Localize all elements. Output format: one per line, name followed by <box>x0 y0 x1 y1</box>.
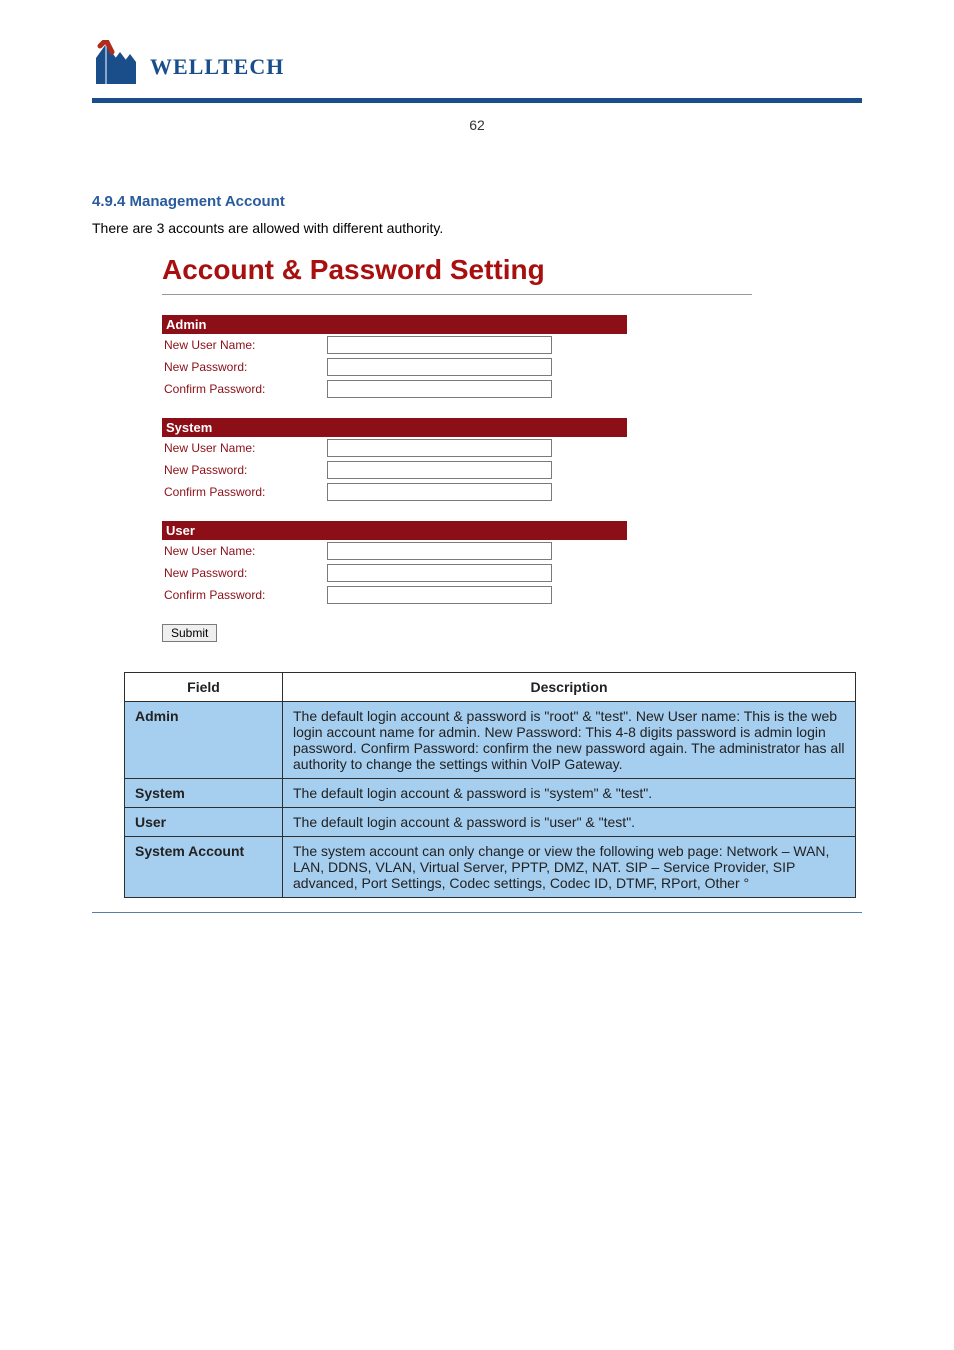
table-cell-field: Admin <box>125 702 283 779</box>
table-cell-desc: The default login account & password is … <box>283 702 856 779</box>
system-heading: System <box>162 418 627 437</box>
table-row: System The default login account & passw… <box>125 779 856 808</box>
admin-block: Admin New User Name: New Password: Confi… <box>162 315 627 400</box>
admin-password-label: New Password: <box>162 360 327 374</box>
user-row-confirm: Confirm Password: <box>162 584 627 606</box>
submit-button[interactable]: Submit <box>162 624 217 642</box>
system-block: System New User Name: New Password: Conf… <box>162 418 627 503</box>
user-confirm-input[interactable] <box>327 586 552 604</box>
title-rule <box>162 294 752 295</box>
logo-icon <box>92 40 144 84</box>
table-cell-field: System <box>125 779 283 808</box>
admin-row-username: New User Name: <box>162 334 627 356</box>
table-row: User The default login account & passwor… <box>125 808 856 837</box>
user-row-password: New Password: <box>162 562 627 584</box>
system-username-label: New User Name: <box>162 441 327 455</box>
user-username-label: New User Name: <box>162 544 327 558</box>
table-head-row: Field Description <box>125 673 856 702</box>
table-cell-desc: The default login account & password is … <box>283 779 856 808</box>
table-cell-desc: The system account can only change or vi… <box>283 837 856 898</box>
user-row-username: New User Name: <box>162 540 627 562</box>
table-cell-desc: The default login account & password is … <box>283 808 856 837</box>
system-row-confirm: Confirm Password: <box>162 481 627 503</box>
system-password-label: New Password: <box>162 463 327 477</box>
logo-text: WELLTECH <box>150 54 284 84</box>
system-confirm-input[interactable] <box>327 483 552 501</box>
admin-heading: Admin <box>162 315 627 334</box>
system-row-username: New User Name: <box>162 437 627 459</box>
admin-row-confirm: Confirm Password: <box>162 378 627 400</box>
table-row: Admin The default login account & passwo… <box>125 702 856 779</box>
user-heading: User <box>162 521 627 540</box>
description-table: Field Description Admin The default logi… <box>124 672 856 898</box>
admin-row-password: New Password: <box>162 356 627 378</box>
user-password-label: New Password: <box>162 566 327 580</box>
admin-confirm-label: Confirm Password: <box>162 382 327 396</box>
admin-confirm-input[interactable] <box>327 380 552 398</box>
table-row: System Account The system account can on… <box>125 837 856 898</box>
system-row-password: New Password: <box>162 459 627 481</box>
footer-rule <box>92 912 862 913</box>
section-intro: There are 3 accounts are allowed with di… <box>92 220 862 236</box>
admin-username-input[interactable] <box>327 336 552 354</box>
user-username-input[interactable] <box>327 542 552 560</box>
user-block: User New User Name: New Password: Confir… <box>162 521 627 606</box>
system-confirm-label: Confirm Password: <box>162 485 327 499</box>
system-username-input[interactable] <box>327 439 552 457</box>
table-head-field: Field <box>125 673 283 702</box>
logo-bar: WELLTECH <box>0 0 954 92</box>
user-confirm-label: Confirm Password: <box>162 588 327 602</box>
table-cell-field: System Account <box>125 837 283 898</box>
table-head-desc: Description <box>283 673 856 702</box>
admin-password-input[interactable] <box>327 358 552 376</box>
page-number-top: 62 <box>0 117 954 133</box>
user-password-input[interactable] <box>327 564 552 582</box>
table-cell-field: User <box>125 808 283 837</box>
system-password-input[interactable] <box>327 461 552 479</box>
page-title: Account & Password Setting <box>162 254 862 286</box>
header-rule <box>92 98 862 103</box>
admin-username-label: New User Name: <box>162 338 327 352</box>
section-heading: 4.9.4 Management Account <box>92 193 862 210</box>
logo: WELLTECH <box>92 40 954 84</box>
